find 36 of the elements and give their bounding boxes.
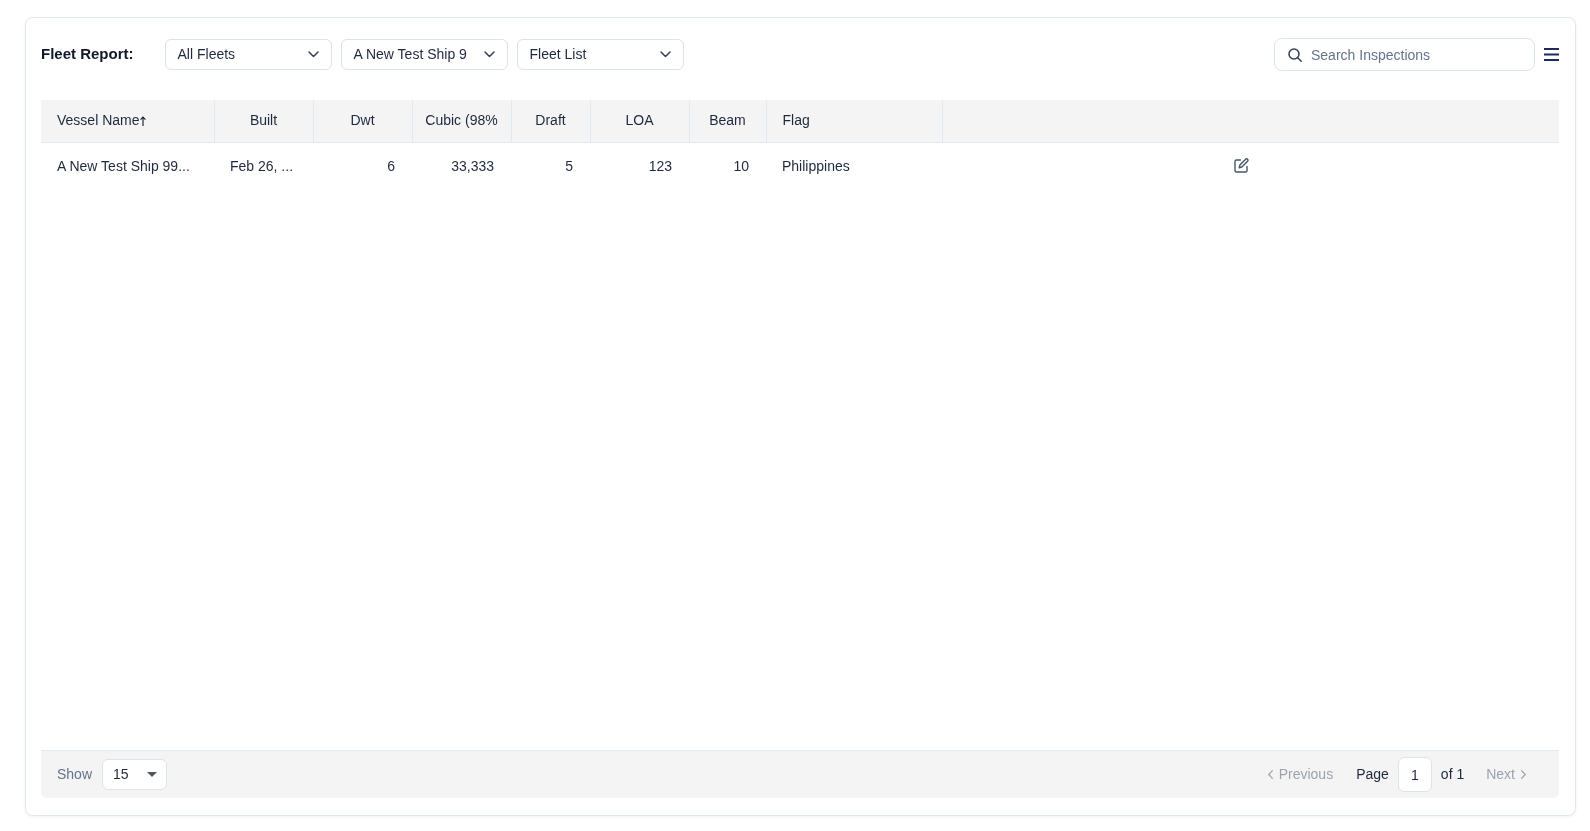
filter-dropdown[interactable]: Fleet List (516, 39, 684, 70)
column-header[interactable]: LOA (590, 100, 689, 142)
filter-dropdown[interactable]: All Fleets (164, 39, 332, 70)
table-cell: 123 (590, 142, 689, 190)
page-count-label: of 1 (1440, 765, 1465, 784)
table-cell: Philippines (766, 142, 942, 190)
show-label: Show (57, 765, 93, 784)
search-icon (1288, 48, 1302, 62)
column-header[interactable]: Draft (511, 100, 590, 142)
column-header[interactable]: Dwt (313, 100, 412, 142)
column-header[interactable]: Cubic (98% (412, 100, 511, 142)
filter-dropdown[interactable]: A New Test Ship 9 (340, 39, 508, 70)
table-cell: Feb 26, ... (214, 142, 313, 190)
chevron-down-icon (307, 51, 319, 58)
report-title: Fleet Report: (41, 44, 134, 65)
edit-icon[interactable] (1234, 157, 1249, 173)
column-header[interactable]: Vessel Name (41, 100, 214, 142)
column-header[interactable]: Built (214, 100, 313, 142)
page-input[interactable]: 1 (1397, 757, 1432, 792)
column-header[interactable]: Flag (766, 100, 942, 142)
chevron-down-icon (483, 51, 495, 58)
table-cell: A New Test Ship 99... (41, 142, 214, 190)
search-field[interactable]: Search Inspections (1274, 38, 1535, 71)
chevron-right-icon (1521, 770, 1526, 779)
menu-icon[interactable] (1544, 48, 1559, 61)
table-cell: 6 (313, 142, 412, 190)
sort-up-arrow-icon (140, 116, 147, 127)
chevron-down-icon (659, 51, 671, 58)
table-cell: 5 (511, 142, 590, 190)
table-cell: 10 (689, 142, 766, 190)
chevron-left-icon (1267, 770, 1273, 779)
table-cell: 33,333 (412, 142, 511, 190)
page-size-select[interactable]: 15 (102, 759, 168, 790)
column-header[interactable]: Beam (689, 100, 766, 142)
caret-down-icon (147, 772, 158, 777)
page-label: Page (1356, 765, 1389, 784)
